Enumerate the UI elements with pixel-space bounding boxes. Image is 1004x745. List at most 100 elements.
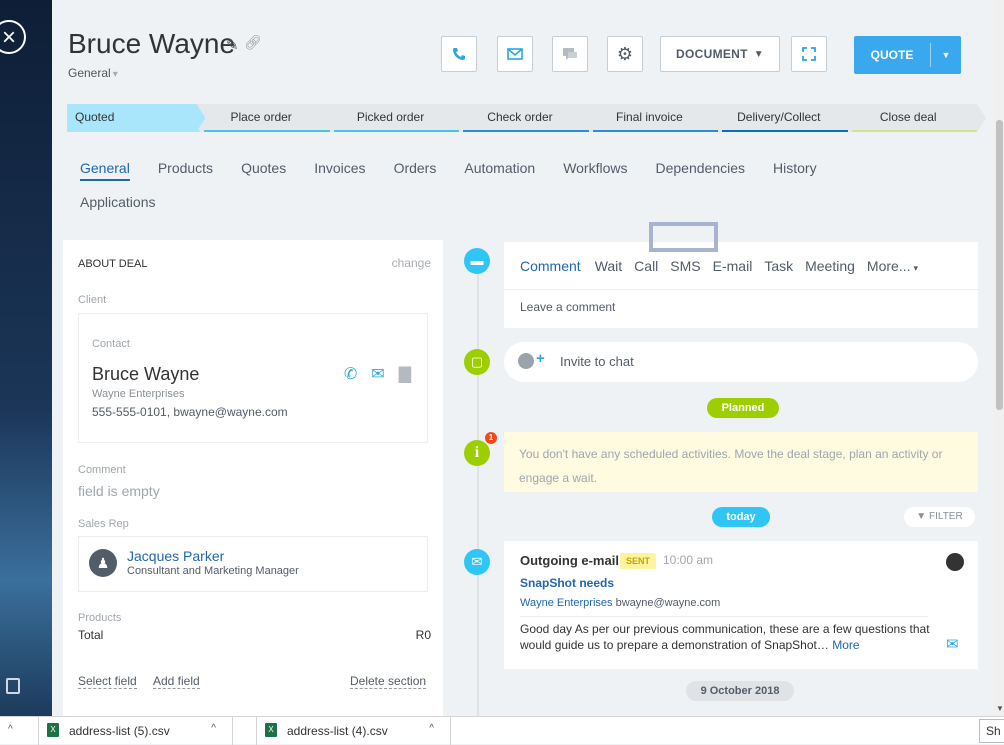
email-activity-card: Outgoing e-mail SENT 10:00 am SnapShot n… [504, 541, 978, 669]
activity-tab-more[interactable]: More... ▾ [867, 258, 918, 274]
mail-icon: ✉ [464, 549, 490, 575]
email-body: Good day As per our previous communicati… [520, 621, 930, 653]
email-company-link[interactable]: Wayne Enterprises [520, 597, 613, 609]
document-button[interactable]: DOCUMENT ▼ [660, 36, 780, 72]
call-button[interactable] [441, 36, 477, 72]
stage-label: Final invoice [616, 110, 683, 124]
email-subject[interactable]: SnapShot needs [520, 576, 614, 590]
stage-final-invoice[interactable]: Final invoice [585, 104, 714, 132]
invite-to-chat-button[interactable]: + Invite to chat [504, 342, 978, 382]
stage-close-deal[interactable]: Close deal [844, 104, 973, 132]
comment-label: Comment [78, 464, 126, 476]
download-name: address-list (5).csv [69, 724, 170, 738]
email-address: bwayne@wayne.com [615, 597, 721, 609]
chevron-down-icon[interactable]: ▼ [931, 50, 961, 60]
email-button[interactable] [497, 36, 533, 72]
tab-applications[interactable]: Applications [80, 194, 156, 213]
settings-button[interactable]: ⚙ [607, 36, 643, 72]
stage-label: Quoted [75, 110, 115, 124]
stage-label: Picked order [356, 110, 425, 124]
filter-button[interactable]: ▼ FILTER [904, 507, 975, 527]
notification-badge: 1 [485, 432, 497, 444]
edit-pencil-icon[interactable]: ✎ [226, 36, 239, 54]
stage-picked-order[interactable]: Picked order [326, 104, 455, 132]
stage-check-order[interactable]: Check order [455, 104, 584, 132]
contact-info: 555-555-0101, bwayne@wayne.com [92, 405, 288, 419]
no-activities-text: You don't have any scheduled activities.… [519, 447, 943, 485]
filter-label: FILTER [928, 511, 963, 522]
products-label: Products [78, 612, 122, 624]
tab-dependencies[interactable]: Dependencies [656, 160, 746, 179]
change-link[interactable]: change [392, 256, 431, 270]
phone-icon[interactable]: ✆ [344, 364, 357, 384]
more-link[interactable]: More [832, 638, 859, 652]
tab-workflows[interactable]: Workflows [563, 160, 627, 179]
close-slider-button[interactable]: × [0, 20, 26, 54]
no-activities-notice: You don't have any scheduled activities.… [504, 432, 978, 492]
tab-history[interactable]: History [773, 160, 817, 179]
add-field-link[interactable]: Add field [153, 674, 200, 689]
deal-title: Bruce Wayne [68, 28, 236, 59]
show-all-button[interactable]: Sh [979, 719, 1004, 743]
chat-button[interactable] [552, 36, 588, 72]
activity-tab-comment[interactable]: Comment [520, 258, 581, 274]
stage-label: Close deal [879, 110, 937, 124]
rep-position: Consultant and Marketing Manager [127, 565, 299, 577]
contact-name[interactable]: Bruce Wayne [92, 364, 199, 385]
activity-editor: Comment Wait Call SMS E-mail Task Meeting More.… [504, 242, 978, 328]
expand-button[interactable] [791, 36, 827, 72]
activity-tab-email[interactable]: E-mail [713, 258, 753, 274]
tab-automation[interactable]: Automation [464, 160, 535, 179]
quote-button[interactable]: QUOTE ▼ [854, 36, 961, 74]
chat-icon[interactable]: ▇ [399, 364, 411, 384]
avatar: ♟ [89, 549, 117, 577]
download-bar: ^ X address-list (5).csv ^ X address-lis… [0, 716, 1004, 745]
comment-icon: ▬ [464, 248, 490, 274]
activity-tab-task[interactable]: Task [764, 258, 793, 274]
comment-input[interactable]: Leave a comment [520, 300, 615, 314]
stage-place-order[interactable]: Place order [196, 104, 325, 132]
scroll-down-icon[interactable]: ▼ [996, 704, 1004, 713]
avatar [946, 553, 964, 571]
reply-icon[interactable]: ✉ [946, 635, 959, 653]
select-field-link[interactable]: Select field [78, 674, 137, 689]
email-body-text: Good day As per our previous communicati… [520, 622, 930, 652]
mail-icon[interactable]: ✉ [371, 364, 384, 384]
stage-label: Check order [487, 110, 553, 124]
mail-icon [507, 48, 523, 60]
download-item[interactable]: X address-list (4).csv ^ [256, 717, 451, 745]
tab-orders[interactable]: Orders [394, 160, 437, 179]
chevron-up-icon[interactable]: ^ [211, 723, 216, 734]
chevron-down-icon: ▾ [913, 263, 919, 273]
download-item[interactable]: X address-list (5).csv ^ [38, 717, 233, 745]
stage-label: Delivery/Collect [737, 110, 821, 124]
stage-quoted[interactable]: Quoted [67, 104, 196, 132]
category-dropdown[interactable]: General ▾ [68, 66, 118, 80]
tab-quotes[interactable]: Quotes [241, 160, 286, 179]
activity-tab-meeting[interactable]: Meeting [805, 258, 855, 274]
excel-file-icon: X [47, 723, 59, 737]
stage-delivery-collect[interactable]: Delivery/Collect [714, 104, 843, 132]
activity-tab-wait[interactable]: Wait [595, 258, 622, 274]
activity-tab-sms[interactable]: SMS [670, 258, 700, 274]
stage-bar: Quoted Place order Picked order Check or… [67, 104, 973, 132]
sales-rep-label: Sales Rep [78, 518, 129, 530]
total-value: R0 [415, 628, 431, 642]
excel-file-icon: X [265, 723, 277, 737]
scrollbar-thumb[interactable] [996, 120, 1003, 410]
chevron-up-icon[interactable]: ^ [8, 724, 13, 735]
client-label: Client [78, 294, 107, 306]
deal-panel: Bruce Wayne ✎ 🔗︎ General ▾ ⚙ DOCUMENT ▼ QU… [52, 0, 994, 716]
total-label: Total [78, 628, 104, 642]
tab-products[interactable]: Products [158, 160, 213, 179]
chevron-up-icon[interactable]: ^ [429, 723, 434, 734]
link-icon[interactable]: 🔗︎ [244, 34, 262, 51]
delete-section-link[interactable]: Delete section [350, 674, 427, 689]
rep-name[interactable]: Jacques Parker [127, 548, 224, 564]
email-title: Outgoing e-mail [520, 553, 619, 568]
sales-rep-card: ♟ Jacques Parker Consultant and Marketin… [78, 536, 428, 592]
activity-tab-call[interactable]: Call [634, 258, 658, 274]
tab-general[interactable]: General [80, 160, 130, 181]
filter-icon: ▼ [916, 511, 929, 522]
tab-invoices[interactable]: Invoices [314, 160, 365, 179]
